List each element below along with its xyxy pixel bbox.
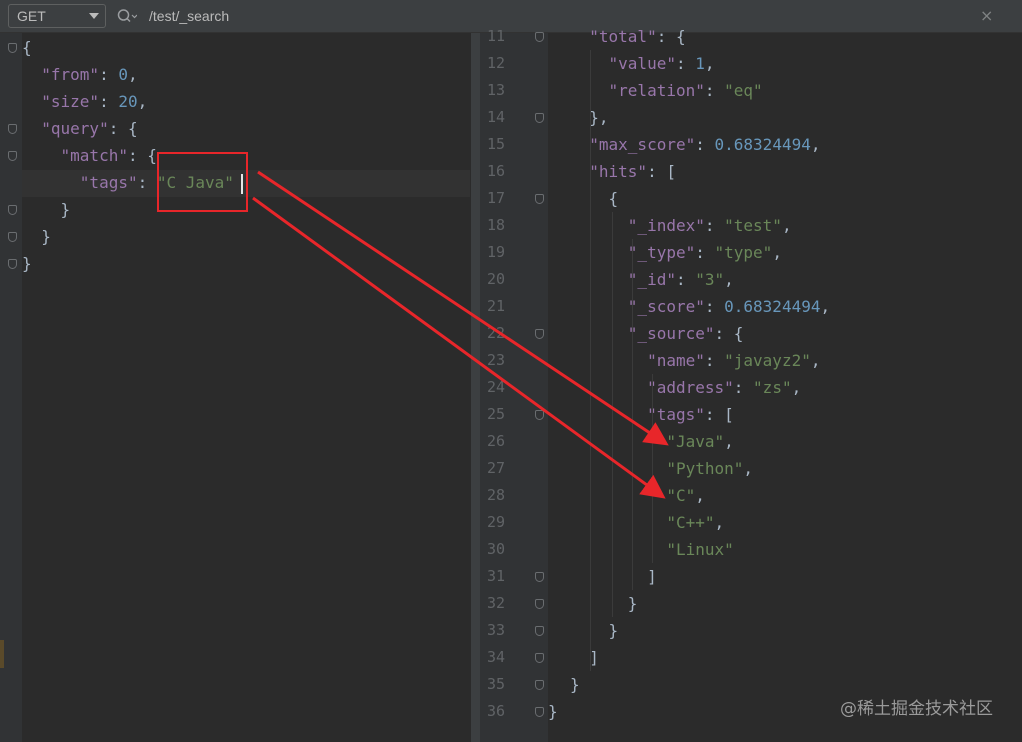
gutter-marker: [0, 640, 4, 668]
line-number: 11: [486, 27, 505, 45]
line-number: 15: [486, 135, 505, 153]
fold-marker-icon[interactable]: [535, 707, 544, 717]
response-line: "_type": "type",: [627, 243, 782, 262]
indent-guide: [652, 374, 653, 563]
fold-marker-icon[interactable]: [8, 151, 17, 161]
response-line: "address": "zs",: [647, 378, 802, 397]
line-number: 24: [486, 378, 505, 396]
fold-marker-icon[interactable]: [8, 124, 17, 134]
indent-guide: [612, 212, 613, 617]
fold-marker-icon[interactable]: [535, 626, 544, 636]
fold-marker-icon[interactable]: [535, 653, 544, 663]
line-number: 21: [486, 297, 505, 315]
line-number: 13: [486, 81, 505, 99]
response-line: "_score": 0.68324494,: [627, 297, 831, 316]
response-line: }: [608, 621, 619, 640]
request-line[interactable]: "from": 0,: [22, 61, 137, 88]
fold-marker-icon[interactable]: [535, 194, 544, 204]
line-number: 17: [486, 189, 505, 207]
request-line[interactable]: }: [22, 250, 32, 277]
text-cursor: [241, 174, 243, 194]
method-label: GET: [17, 8, 46, 24]
line-number: 36: [486, 702, 505, 720]
line-number: 22: [486, 324, 505, 342]
fold-marker-icon[interactable]: [535, 680, 544, 690]
response-line: }: [627, 594, 638, 613]
fold-marker-icon[interactable]: [535, 410, 544, 420]
request-line[interactable]: {: [22, 34, 32, 61]
response-line: }: [548, 702, 558, 721]
request-gutter: [0, 33, 22, 742]
fold-marker-icon[interactable]: [535, 32, 544, 42]
request-line[interactable]: }: [22, 196, 71, 223]
line-number: 31: [486, 567, 505, 585]
line-number: 14: [486, 108, 505, 126]
fold-marker-icon[interactable]: [8, 232, 17, 242]
line-number: 19: [486, 243, 505, 261]
fold-marker-icon[interactable]: [8, 259, 17, 269]
fold-marker-icon[interactable]: [8, 43, 17, 53]
close-icon[interactable]: ×: [980, 6, 993, 26]
response-line: "max_score": 0.68324494,: [589, 135, 821, 154]
line-number: 16: [486, 162, 505, 180]
annotation-highlight-box: [157, 152, 248, 212]
watermark: @稀土掘金技术社区: [840, 699, 993, 719]
line-number: 29: [486, 513, 505, 531]
fold-marker-icon[interactable]: [535, 572, 544, 582]
response-line: "total": {: [589, 27, 686, 46]
fold-marker-icon[interactable]: [535, 329, 544, 339]
line-number: 33: [486, 621, 505, 639]
indent-guide: [590, 50, 591, 671]
request-line[interactable]: "match": {: [22, 142, 157, 169]
url-input[interactable]: /test/_search: [149, 6, 229, 26]
fold-marker-icon[interactable]: [535, 599, 544, 609]
response-line: }: [570, 675, 580, 694]
line-number: 20: [486, 270, 505, 288]
response-line: {: [608, 189, 619, 208]
fold-marker-icon[interactable]: [8, 205, 17, 215]
request-line[interactable]: "size": 20,: [22, 88, 147, 115]
line-number: 35: [486, 675, 505, 693]
line-number: 30: [486, 540, 505, 558]
line-number: 25: [486, 405, 505, 423]
indent-guide: [632, 239, 633, 590]
search-icon: [117, 9, 137, 23]
line-number: 32: [486, 594, 505, 612]
response-line: "relation": "eq": [608, 81, 763, 100]
response-line: "name": "javayz2",: [647, 351, 821, 370]
response-line: ]: [589, 648, 599, 667]
line-number: 34: [486, 648, 505, 666]
response-line: "_index": "test",: [627, 216, 792, 235]
method-select[interactable]: GET: [8, 4, 106, 28]
response-line: "value": 1,: [608, 54, 715, 73]
request-line[interactable]: }: [22, 223, 51, 250]
response-line: "C++",: [666, 513, 725, 532]
response-line: "Python",: [666, 459, 754, 478]
response-line: "_source": {: [627, 324, 744, 343]
response-line: "_id": "3",: [627, 270, 734, 289]
line-number: 12: [486, 54, 505, 72]
line-number: 23: [486, 351, 505, 369]
line-number: 28: [486, 486, 505, 504]
line-number: 18: [486, 216, 505, 234]
line-number: 26: [486, 432, 505, 450]
response-line: "hits": [: [589, 162, 676, 181]
response-line: ]: [647, 567, 657, 586]
chevron-down-icon: [89, 13, 99, 19]
request-toolbar: GET /test/_search ×: [0, 0, 1022, 33]
request-line[interactable]: "query": {: [22, 115, 137, 142]
fold-marker-icon[interactable]: [535, 113, 544, 123]
line-number: 27: [486, 459, 505, 477]
